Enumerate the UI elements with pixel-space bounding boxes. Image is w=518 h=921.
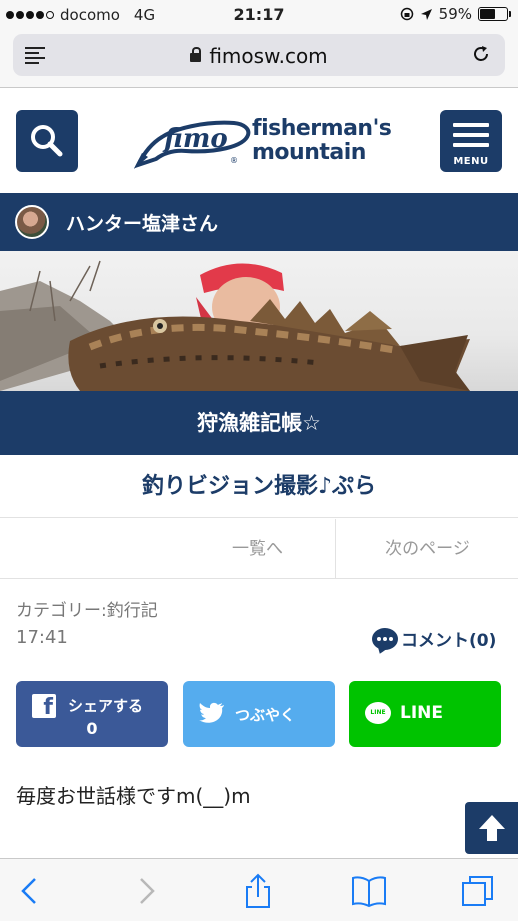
hero-photo bbox=[0, 251, 518, 391]
comment-icon bbox=[372, 627, 398, 650]
facebook-share-count: 0 bbox=[86, 719, 98, 738]
logo-line1: fisherman's bbox=[252, 116, 392, 141]
post-time: 17:41 bbox=[16, 627, 68, 648]
lock-icon bbox=[190, 47, 202, 62]
menu-label: MENU bbox=[453, 156, 489, 167]
forward-icon[interactable] bbox=[128, 873, 164, 909]
post-category[interactable]: カテゴリー:釣行記 bbox=[16, 596, 158, 621]
post-pager: 一覧へ 次のページ bbox=[0, 519, 518, 579]
back-icon[interactable] bbox=[12, 873, 48, 909]
twitter-share-label: つぶやく bbox=[235, 706, 296, 724]
blogger-bar[interactable]: ハンター塩津さん bbox=[0, 193, 518, 251]
location-icon bbox=[420, 8, 432, 20]
url-display[interactable]: fimosw.com bbox=[13, 44, 505, 68]
comment-label: コメント(0) bbox=[401, 631, 497, 651]
avatar[interactable] bbox=[15, 205, 49, 239]
search-button[interactable] bbox=[16, 110, 78, 172]
facebook-icon: f bbox=[32, 694, 56, 718]
arrow-up-icon bbox=[479, 815, 505, 841]
menu-icon bbox=[453, 123, 489, 153]
next-page-link[interactable]: 次のページ bbox=[337, 519, 518, 579]
fimo-logo-mark: fimo ® bbox=[134, 120, 251, 169]
scroll-to-top-button[interactable] bbox=[465, 802, 518, 854]
svg-text:®: ® bbox=[230, 156, 238, 165]
url-text: fimosw.com bbox=[209, 44, 328, 68]
site-logo[interactable]: fimo ® fisherman's mountain bbox=[134, 113, 394, 173]
post-body: 毎度お世話様ですm(__)m bbox=[16, 784, 251, 808]
logo-mark-text: fimo bbox=[162, 124, 228, 154]
reload-icon[interactable] bbox=[471, 44, 491, 64]
post-title: 釣りビジョン撮影♪ぷら bbox=[0, 455, 518, 518]
line-icon: LINE bbox=[365, 702, 391, 724]
address-bar[interactable]: fimosw.com bbox=[13, 34, 505, 76]
angler-with-fish-image bbox=[0, 260, 470, 391]
line-share-button[interactable]: LINE LINE bbox=[349, 681, 501, 747]
comment-link[interactable]: コメント(0) bbox=[372, 626, 496, 651]
browser-toolbar bbox=[0, 858, 518, 921]
list-link[interactable]: 一覧へ bbox=[180, 519, 336, 579]
twitter-share-button[interactable]: つぶやく bbox=[183, 681, 335, 747]
tabs-icon[interactable] bbox=[460, 873, 496, 909]
status-right: 59% bbox=[400, 5, 511, 23]
facebook-share-label: シェアする bbox=[68, 697, 144, 715]
facebook-share-button[interactable]: f シェアする 0 bbox=[16, 681, 168, 747]
share-icon[interactable] bbox=[240, 873, 276, 909]
menu-button[interactable]: MENU bbox=[440, 110, 502, 172]
twitter-icon bbox=[199, 702, 224, 723]
browser-address-area: fimosw.com bbox=[0, 30, 518, 88]
search-icon bbox=[31, 125, 63, 157]
site-header: fimo ® fisherman's mountain MENU bbox=[0, 89, 518, 193]
status-bar: docomo 4G 21:17 59% bbox=[0, 0, 518, 30]
blogger-name[interactable]: ハンター塩津さん bbox=[66, 209, 218, 236]
logo-line2: mountain bbox=[252, 140, 366, 165]
battery-percent: 59% bbox=[438, 5, 472, 23]
orientation-lock-icon bbox=[400, 7, 413, 21]
battery-icon bbox=[478, 7, 511, 21]
bookmarks-icon[interactable] bbox=[351, 873, 387, 909]
line-share-label: LINE bbox=[400, 703, 443, 723]
blog-title[interactable]: 狩漁雑記帳☆ bbox=[0, 391, 518, 455]
